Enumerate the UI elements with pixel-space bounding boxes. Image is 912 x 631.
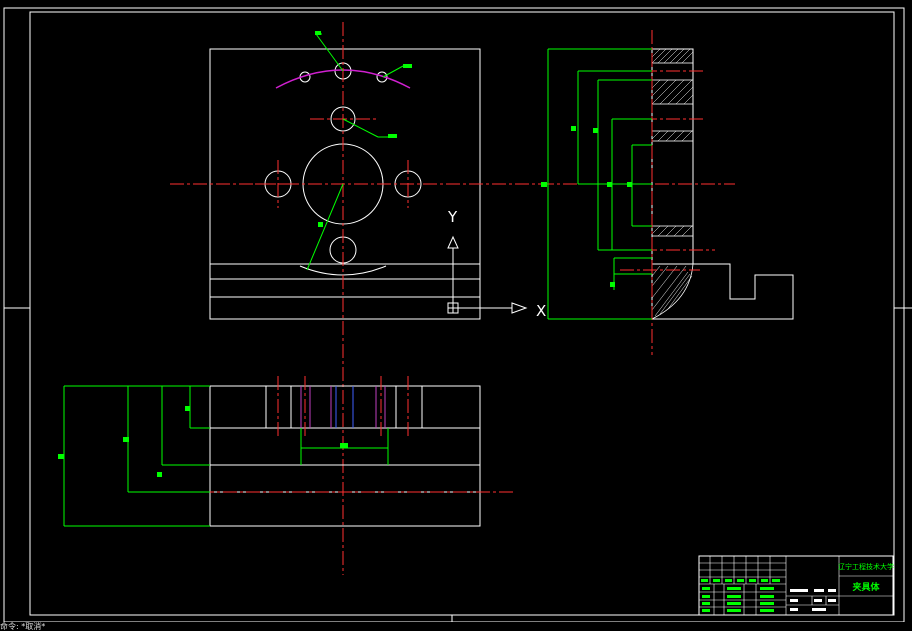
drawing-name: 夹具体 — [852, 581, 880, 593]
school-name: 辽宁工程技术大学 — [838, 562, 894, 571]
top-view — [58, 376, 515, 527]
title-block: 辽宁工程技术大学 夹具体 — [698, 555, 894, 616]
cad-model-space[interactable]: Y X 辽宁工程技术大学 夹具体 — [0, 0, 912, 631]
command-line[interactable]: 命令: *取消* — [0, 622, 912, 631]
side-section-view — [540, 30, 794, 355]
drawing-frame — [3, 7, 912, 623]
ucs-y-label: Y — [447, 208, 458, 226]
ucs-icon — [447, 235, 528, 314]
ucs-x-label: X — [536, 302, 546, 320]
